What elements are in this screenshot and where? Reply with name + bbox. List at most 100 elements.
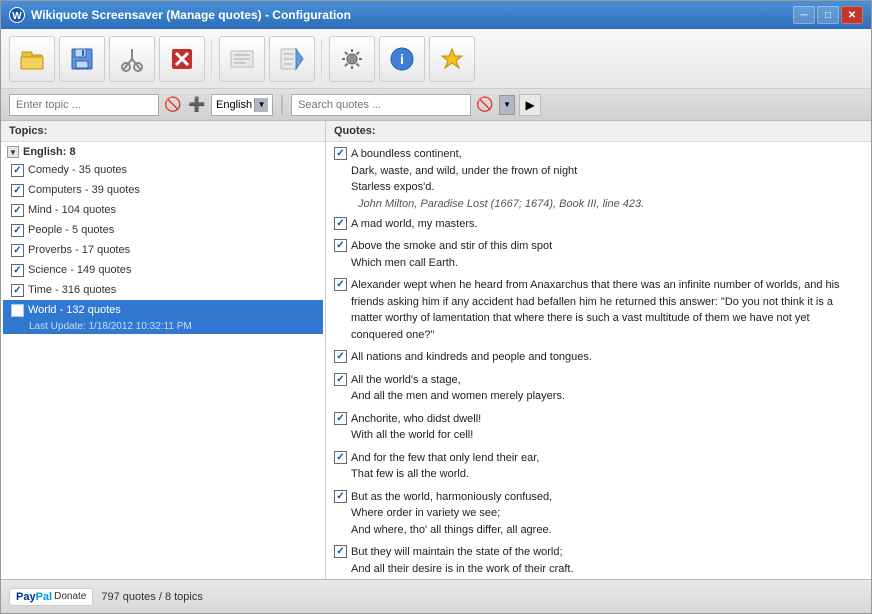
- save-button[interactable]: [59, 36, 105, 82]
- quote-attribution-1: John Milton, Paradise Lost (1667; 1674),…: [334, 198, 863, 210]
- quote-item-8: And for the few that only lend their ear…: [334, 450, 863, 483]
- topic-checkbox-proverbs[interactable]: [11, 244, 24, 257]
- topic-item-people[interactable]: People - 5 quotes: [3, 220, 323, 240]
- quote-checkbox-10[interactable]: [334, 545, 347, 558]
- paypal-logo: PayPal: [16, 591, 52, 603]
- cut-button[interactable]: [109, 36, 155, 82]
- quote-text-5: All nations and kindreds and people and …: [351, 349, 592, 366]
- search-separator: [281, 95, 283, 115]
- maximize-button[interactable]: □: [817, 6, 839, 24]
- topics-list: ▼ English: 8 Comedy - 35 quotes Computer…: [1, 142, 325, 579]
- quote-item-3: Above the smoke and stir of this dim spo…: [334, 238, 863, 271]
- topic-label-mind: Mind - 104 quotes: [28, 204, 116, 216]
- main-window: W Wikiquote Screensaver (Manage quotes) …: [0, 0, 872, 614]
- quote-item-4: Alexander wept when he heard from Anaxar…: [334, 277, 863, 343]
- topic-label-science: Science - 149 quotes: [28, 264, 131, 276]
- quote-checkbox-4[interactable]: [334, 278, 347, 291]
- quote-item-10: But they will maintain the state of the …: [334, 544, 863, 577]
- last-update: Last Update: 1/18/2012 10:32:11 PM: [3, 320, 323, 334]
- topic-item-proverbs[interactable]: Proverbs - 17 quotes: [3, 240, 323, 260]
- quote-text-10: But they will maintain the state of the …: [351, 544, 574, 577]
- quote-checkbox-9[interactable]: [334, 490, 347, 503]
- quotes-search-input[interactable]: [291, 94, 471, 116]
- topics-header: Topics:: [1, 121, 325, 142]
- topic-label-computers: Computers - 39 quotes: [28, 184, 140, 196]
- topic-input[interactable]: [9, 94, 159, 116]
- quote-row-7: Anchorite, who didst dwell! With all the…: [334, 411, 863, 444]
- group-expand-button[interactable]: ▼: [7, 146, 19, 158]
- topic-item-computers[interactable]: Computers - 39 quotes: [3, 180, 323, 200]
- quote-item-5: All nations and kindreds and people and …: [334, 349, 863, 366]
- topic-checkbox-time[interactable]: [11, 284, 24, 297]
- toolbar-separator-1: [211, 39, 213, 79]
- settings-button[interactable]: [329, 36, 375, 82]
- quote-row-10: But they will maintain the state of the …: [334, 544, 863, 577]
- topic-item-world[interactable]: World - 132 quotes: [3, 300, 323, 320]
- topic-add-button[interactable]: ➕: [187, 95, 207, 115]
- info-button[interactable]: i: [379, 36, 425, 82]
- quote-row-9: But as the world, harmoniously confused,…: [334, 489, 863, 539]
- topics-panel: Topics: ▼ English: 8 Comedy - 35 quotes …: [1, 121, 326, 579]
- quote-row-2: A mad world, my masters.: [334, 216, 863, 233]
- search-dropdown-arrow[interactable]: ▼: [499, 95, 515, 115]
- topic-label-proverbs: Proverbs - 17 quotes: [28, 244, 130, 256]
- quote-checkbox-8[interactable]: [334, 451, 347, 464]
- paypal-button[interactable]: PayPal Donate: [9, 588, 93, 606]
- status-stats: 797 quotes / 8 topics: [101, 591, 203, 603]
- quote-item-7: Anchorite, who didst dwell! With all the…: [334, 411, 863, 444]
- topic-item-time[interactable]: Time - 316 quotes: [3, 280, 323, 300]
- language-dropdown-arrow[interactable]: ▼: [254, 98, 268, 112]
- topic-checkbox-world[interactable]: [11, 304, 24, 317]
- paypal-label: Donate: [54, 591, 86, 602]
- quote-row-5: All nations and kindreds and people and …: [334, 349, 863, 366]
- quote-checkbox-3[interactable]: [334, 239, 347, 252]
- topic-clear-button[interactable]: 🚫: [163, 95, 183, 115]
- topic-checkbox-mind[interactable]: [11, 204, 24, 217]
- quote-row-4: Alexander wept when he heard from Anaxar…: [334, 277, 863, 343]
- search-bar: 🚫 ➕ English ▼ 🚫 ▼ ▶: [1, 89, 871, 121]
- quote-item-2: A mad world, my masters.: [334, 216, 863, 233]
- window-icon: W: [9, 7, 25, 23]
- quote-row-3: Above the smoke and stir of this dim spo…: [334, 238, 863, 271]
- topic-item-mind[interactable]: Mind - 104 quotes: [3, 200, 323, 220]
- topic-checkbox-computers[interactable]: [11, 184, 24, 197]
- quotes-list: A boundless continent, Dark, waste, and …: [326, 142, 871, 579]
- quote-checkbox-1[interactable]: [334, 147, 347, 160]
- extra-button[interactable]: [429, 36, 475, 82]
- open-button[interactable]: [9, 36, 55, 82]
- quote-item-6: All the world's a stage, And all the men…: [334, 372, 863, 405]
- quote-row-8: And for the few that only lend their ear…: [334, 450, 863, 483]
- quote-checkbox-5[interactable]: [334, 350, 347, 363]
- window-title: Wikiquote Screensaver (Manage quotes) - …: [31, 8, 793, 22]
- toolbar: i: [1, 29, 871, 89]
- topic-item-comedy[interactable]: Comedy - 35 quotes: [3, 160, 323, 180]
- svg-text:W: W: [12, 11, 22, 22]
- quote-row-1: A boundless continent, Dark, waste, and …: [334, 146, 863, 196]
- quote-checkbox-2[interactable]: [334, 217, 347, 230]
- minimize-button[interactable]: ─: [793, 6, 815, 24]
- search-go-button[interactable]: ▶: [519, 94, 541, 116]
- topic-label-world: World - 132 quotes: [28, 304, 121, 316]
- prev-button[interactable]: [219, 36, 265, 82]
- close-button[interactable]: ✕: [841, 6, 863, 24]
- group-label: English: 8: [23, 146, 76, 158]
- quotes-panel: Quotes: A boundless continent, Dark, was…: [326, 121, 871, 579]
- language-dropdown[interactable]: English ▼: [211, 94, 273, 116]
- search-clear-button[interactable]: 🚫: [475, 95, 495, 115]
- quote-checkbox-6[interactable]: [334, 373, 347, 386]
- quote-text-2: A mad world, my masters.: [351, 216, 478, 233]
- forward-button[interactable]: [269, 36, 315, 82]
- quote-text-3: Above the smoke and stir of this dim spo…: [351, 238, 552, 271]
- quote-checkbox-7[interactable]: [334, 412, 347, 425]
- quote-text-9: But as the world, harmoniously confused,…: [351, 489, 552, 539]
- topic-checkbox-people[interactable]: [11, 224, 24, 237]
- delete-button[interactable]: [159, 36, 205, 82]
- quote-item-9: But as the world, harmoniously confused,…: [334, 489, 863, 539]
- quote-text-8: And for the few that only lend their ear…: [351, 450, 539, 483]
- topic-label-time: Time - 316 quotes: [28, 284, 116, 296]
- quote-text-6: All the world's a stage, And all the men…: [351, 372, 565, 405]
- topic-checkbox-science[interactable]: [11, 264, 24, 277]
- topic-item-science[interactable]: Science - 149 quotes: [3, 260, 323, 280]
- topic-checkbox-comedy[interactable]: [11, 164, 24, 177]
- status-bar: PayPal Donate 797 quotes / 8 topics: [1, 579, 871, 613]
